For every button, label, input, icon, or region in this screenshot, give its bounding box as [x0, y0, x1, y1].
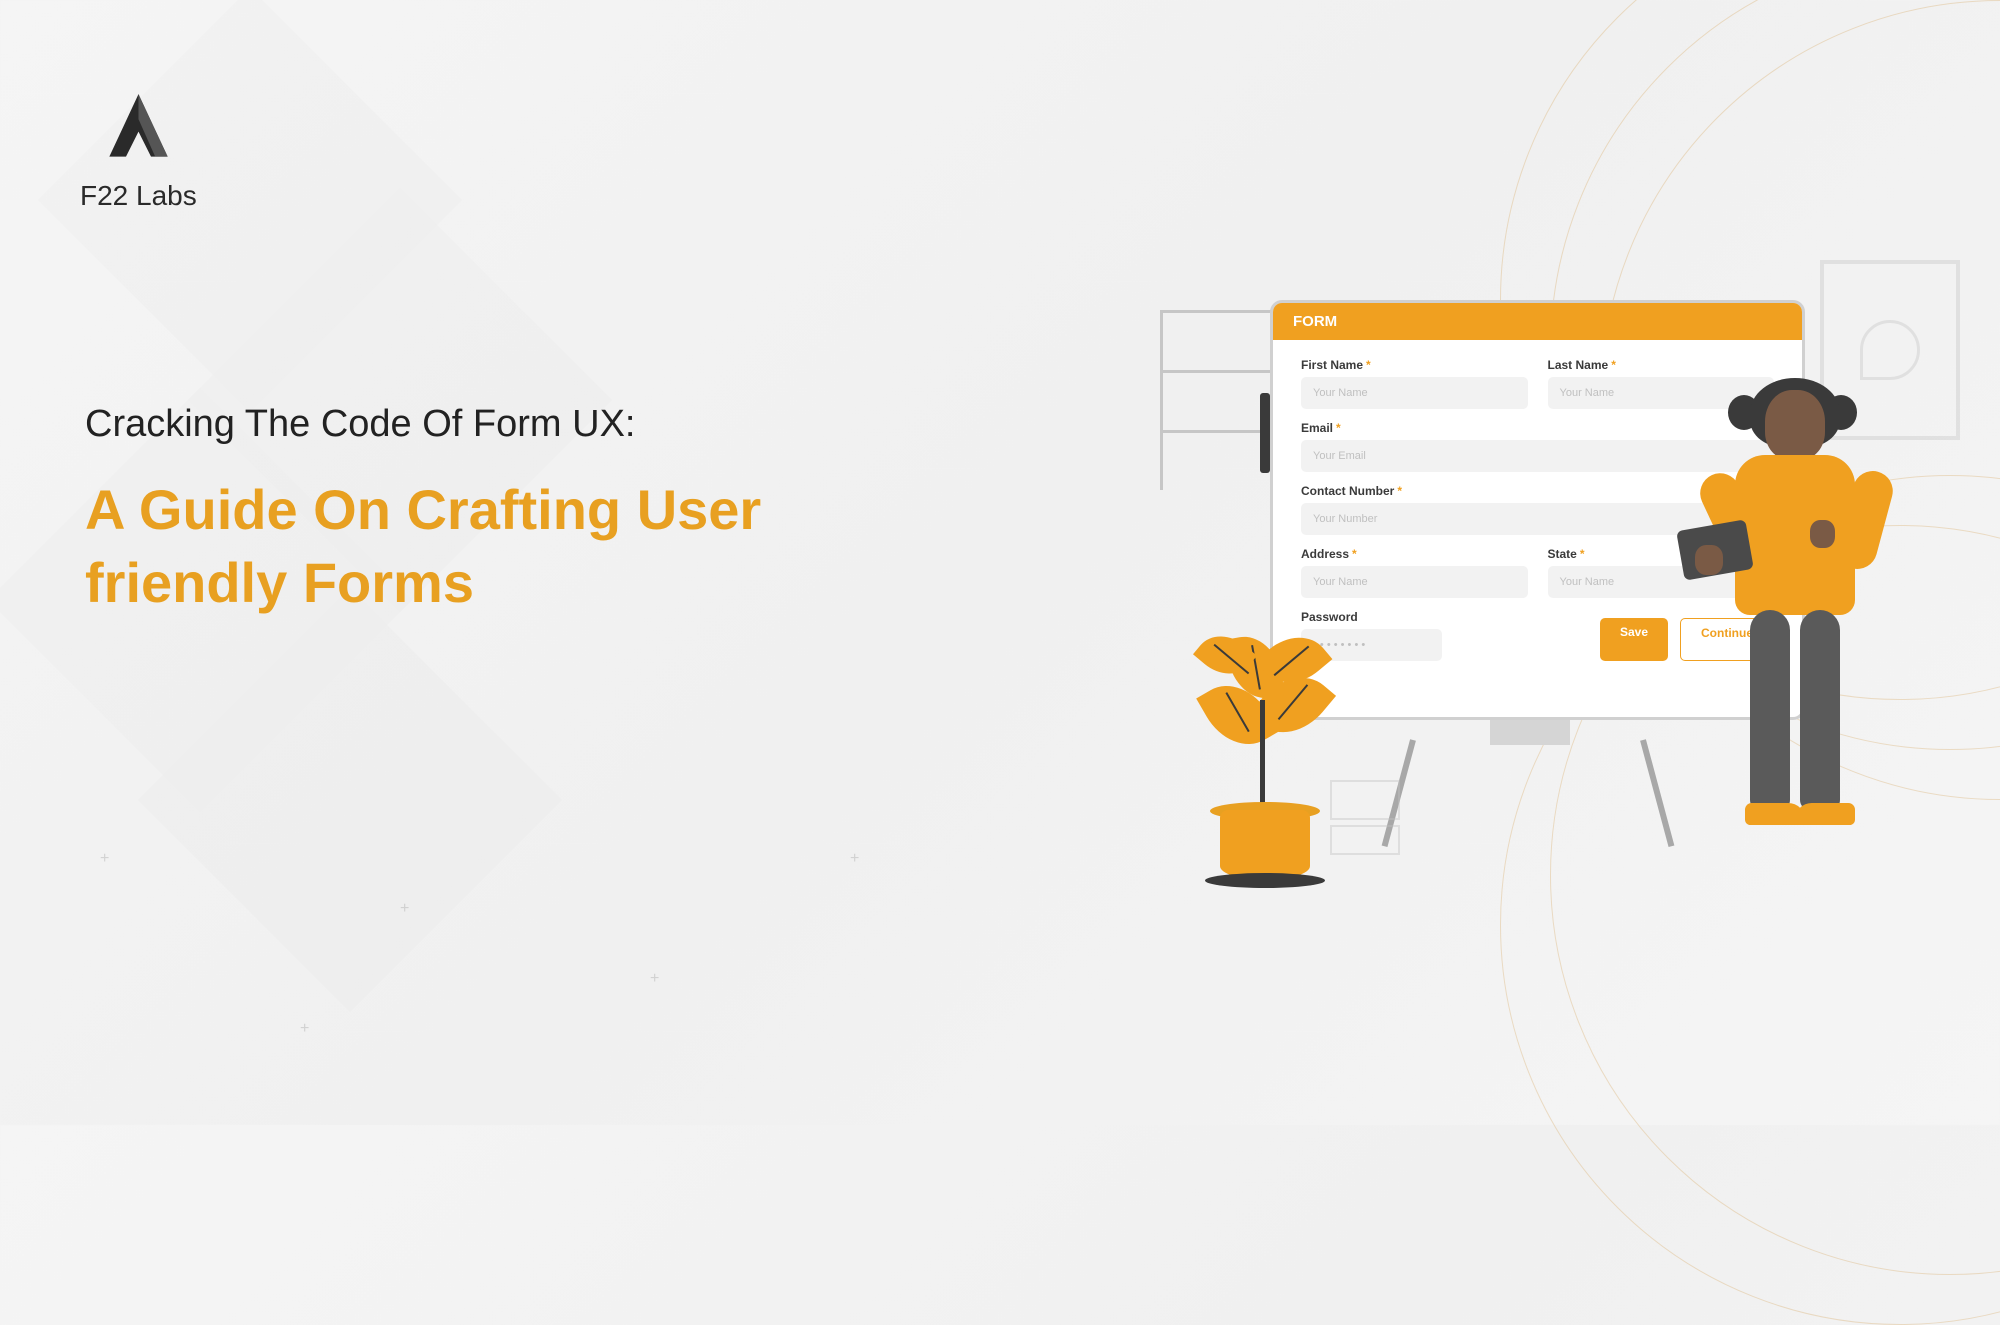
sparkle-icon: +	[400, 900, 409, 918]
heading-subtitle: Cracking The Code Of Form UX:	[85, 400, 935, 449]
email-field: Email* Your Email	[1301, 421, 1774, 472]
person-illustration	[1710, 390, 1890, 860]
logo-arrow-icon	[96, 90, 181, 165]
stand-leg	[1640, 739, 1674, 847]
address-field: Address* Your Name	[1301, 547, 1528, 598]
address-input[interactable]: Your Name	[1301, 566, 1528, 598]
brand-name: F22 Labs	[80, 180, 197, 212]
plant-decoration	[1180, 600, 1350, 880]
hero-illustration: FORM First Name* Your Name Last Name* Yo…	[1130, 280, 1880, 840]
heading-title: A Guide On Crafting User friendly Forms	[85, 474, 935, 620]
email-input[interactable]: Your Email	[1301, 440, 1774, 472]
sparkle-icon: +	[300, 1020, 309, 1038]
sparkle-icon: +	[850, 850, 859, 868]
first-name-field: First Name* Your Name	[1301, 358, 1528, 409]
sparkle-icon: +	[650, 970, 659, 988]
first-name-input[interactable]: Your Name	[1301, 377, 1528, 409]
brand-logo: F22 Labs	[80, 90, 197, 212]
save-button[interactable]: Save	[1600, 618, 1668, 661]
sparkle-icon: +	[100, 850, 109, 868]
board-stand	[1490, 720, 1570, 745]
main-heading-block: Cracking The Code Of Form UX: A Guide On…	[85, 400, 935, 620]
form-title: FORM	[1273, 303, 1802, 340]
